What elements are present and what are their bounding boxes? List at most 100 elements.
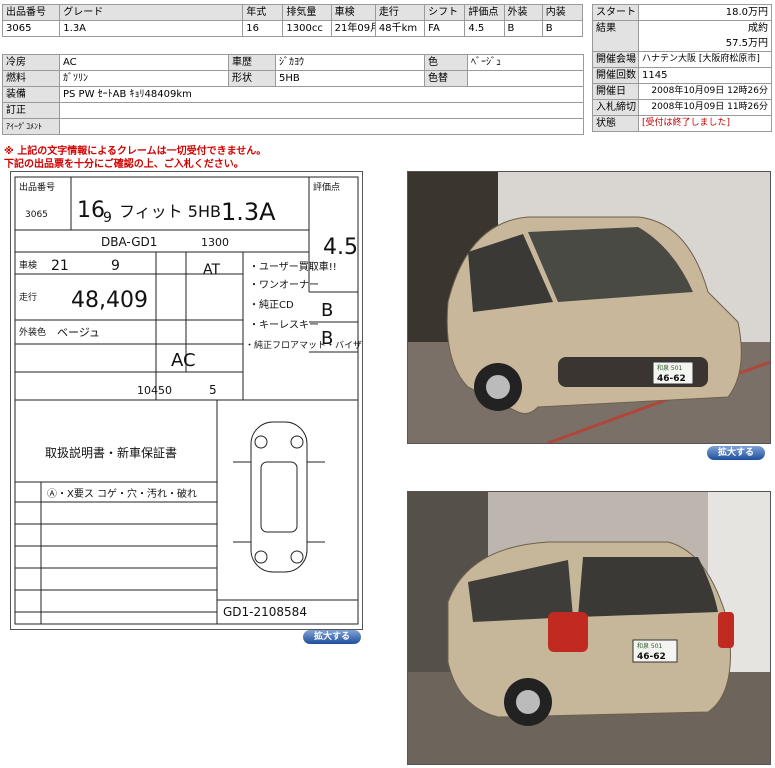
zoom-front-button[interactable]: 拡大する [707, 446, 765, 460]
zoom-sheet-button[interactable]: 拡大する [303, 630, 361, 644]
label-correction: 訂正 [2, 102, 60, 119]
sheet-score: 4.5 [323, 235, 358, 260]
sheet-month: 9 [103, 210, 112, 226]
value-lot-number: 3065 [1, 20, 61, 37]
label-bid-end: 入札締切 [592, 99, 639, 116]
plate-number-rear: 46-62 [637, 652, 666, 662]
svg-text:走行: 走行 [19, 291, 37, 303]
car-front-image: 和泉 501 46-62 [408, 172, 770, 443]
sheet-trans: AT [203, 262, 220, 278]
header-mileage: 走行 [374, 4, 426, 21]
claim-notice: ※ 上記の文字情報によるクレームは一切受付できません。 下記の出品票を十分にご確… [4, 145, 266, 171]
spec-table: 冷房 AC 車歴 ｼﾞｶﾖｳ 色 ﾍﾞｰｼﾞｭ 燃料 ｶﾞｿﾘﾝ 形状 5HB … [2, 54, 584, 135]
value-shift: FA [424, 20, 466, 37]
car-rear-photo[interactable]: 和泉 501 46-62 [407, 491, 771, 765]
label-fuel: 燃料 [2, 70, 60, 87]
notice-line-2: 下記の出品票を十分にご確認の上、ご入札ください。 [4, 159, 244, 170]
label-eye-comment: ｱｲｰｸﾞｺﾒﾝﾄ [2, 118, 60, 135]
sheet-grade: 1.3A [221, 198, 276, 226]
sheet-note-5: ・純正フロアマット・バイザー [245, 339, 362, 351]
value-result-price: 57.5万円 [638, 36, 772, 52]
header-inspection: 車検 [330, 4, 376, 21]
sheet-type-code: DBA-GD1 [101, 235, 157, 249]
value-ac: AC [59, 54, 229, 71]
svg-text:外装色: 外装色 [19, 326, 46, 338]
label-color: 色 [424, 54, 468, 71]
value-color: ﾍﾞｰｼﾞｭ [467, 54, 584, 71]
sheet-ac: AC [171, 350, 196, 371]
value-status: [受付は終了しました] [638, 115, 772, 132]
sheet-inspect-month: 9 [111, 258, 120, 274]
value-interior: B [541, 20, 584, 37]
sheet-defect-line: Ⓐ・X要ス コゲ・穴・汚れ・破れ [47, 487, 197, 500]
sheet-mileage: 48,409 [71, 288, 148, 313]
sheet-int-grade: B [321, 328, 333, 349]
plate-small-rear: 和泉 501 [637, 642, 663, 650]
sheet-mileage-prev: 10450 [137, 384, 172, 397]
value-fuel: ｶﾞｿﾘﾝ [59, 70, 229, 87]
header-exterior: 外装 [503, 4, 543, 21]
label-count: 開催回数 [592, 67, 639, 84]
sheet-capacity: 5 [209, 383, 217, 397]
value-start: 18.0万円 [638, 4, 772, 21]
label-result: 結果 [592, 20, 639, 52]
sheet-lot: 3065 [25, 210, 48, 220]
value-count: 1145 [638, 67, 772, 84]
value-history: ｼﾞｶﾖｳ [275, 54, 425, 71]
label-equipment: 装備 [2, 86, 60, 103]
sheet-year: 16 [77, 198, 105, 223]
label-status: 状態 [592, 115, 639, 132]
svg-text:出品番号: 出品番号 [19, 181, 55, 193]
top-info-table: 出品番号 グレード 年式 排気量 車検 走行 シフト 評価点 外装 内装 306… [1, 4, 584, 37]
label-date: 開催日 [592, 83, 639, 100]
sheet-ext-grade: B [321, 300, 333, 321]
value-exterior: B [503, 20, 543, 37]
value-date: 2008年10月09日 12時26分 [638, 83, 772, 100]
car-rear-image: 和泉 501 46-62 [408, 492, 770, 764]
value-inspection: 21年09月 [330, 20, 376, 37]
plate-small-front: 和泉 501 [657, 364, 683, 372]
header-lot-number: 出品番号 [1, 4, 61, 21]
label-color-change: 色替 [424, 70, 468, 87]
value-color-change [467, 70, 584, 87]
sheet-model: フィット 5HB [119, 202, 221, 221]
svg-text:車検: 車検 [19, 259, 37, 271]
value-correction [59, 102, 584, 119]
label-ac: 冷房 [2, 54, 60, 71]
auction-table: スタート 18.0万円 結果 成約 57.5万円 開催会場 ハナテン大阪 [大阪… [592, 4, 772, 132]
value-body-shape: 5HB [275, 70, 425, 87]
sheet-note-2: ・ワンオーナー [249, 279, 319, 291]
auction-sheet-drawing: 出品番号 3065 16 9 フィット 5HB 1.3A 評価点 4.5 DBA… [14, 176, 362, 625]
value-venue: ハナテン大阪 [大阪府松原市] [638, 51, 772, 68]
sheet-cc: 1300 [201, 236, 229, 249]
header-displacement: 排気量 [282, 4, 332, 21]
sheet-note-3: ・純正CD [249, 298, 294, 311]
label-history: 車歴 [228, 54, 276, 71]
value-score: 4.5 [464, 20, 505, 37]
sheet-color: ベージュ [57, 326, 100, 339]
value-displacement: 1300cc [282, 20, 332, 37]
header-interior: 内装 [541, 4, 584, 21]
value-bid-end: 2008年10月09日 11時26分 [638, 99, 772, 116]
auction-sheet-image[interactable]: 出品番号 3065 16 9 フィット 5HB 1.3A 評価点 4.5 DBA… [10, 171, 363, 630]
sheet-manual: 取扱説明書・新車保証書 [45, 445, 177, 460]
label-body-shape: 形状 [228, 70, 276, 87]
sheet-note-4: ・キーレスキー [249, 320, 319, 331]
header-score: 評価点 [464, 4, 505, 21]
sheet-note-1: ・ユーザー買取車!! [249, 260, 337, 273]
notice-line-1: ※ 上記の文字情報によるクレームは一切受付できません。 [4, 146, 267, 157]
header-grade: グレード [59, 4, 244, 21]
svg-text:評価点: 評価点 [313, 181, 340, 193]
value-eye-comment [59, 118, 584, 135]
value-result-status: 成約 [638, 20, 772, 36]
plate-number-front: 46-62 [657, 374, 686, 384]
header-shift: シフト [424, 4, 466, 21]
value-equipment: PS PW ｾｰﾄAB ｷｮﾘ48409km [59, 86, 584, 103]
label-venue: 開催会場 [592, 51, 639, 68]
label-start: スタート [592, 4, 639, 21]
sheet-chassis: GD1-2108584 [223, 605, 307, 619]
value-mileage: 48千km [374, 20, 426, 37]
sheet-inspect-year: 21 [51, 258, 69, 274]
value-year: 16 [242, 20, 284, 37]
car-front-photo[interactable]: 和泉 501 46-62 [407, 171, 771, 444]
